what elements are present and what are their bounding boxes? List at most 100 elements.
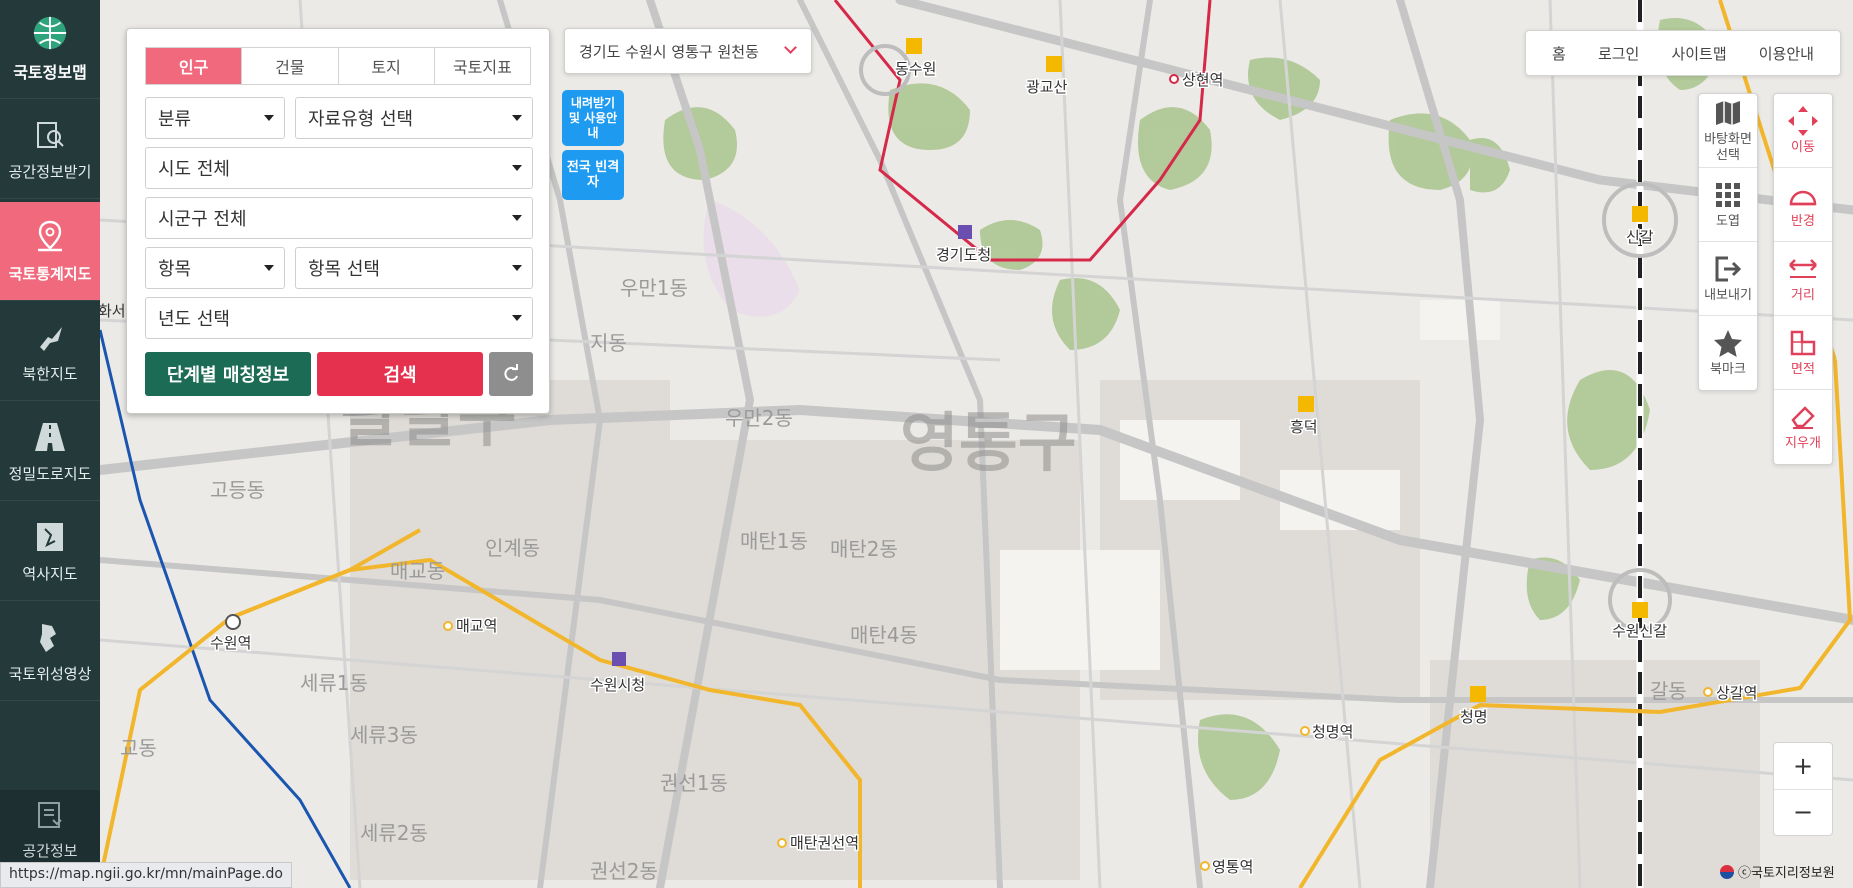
link-home[interactable]: 홈 <box>1552 43 1566 64</box>
radius-icon <box>1788 180 1818 210</box>
document-download-icon <box>35 800 65 834</box>
category-select[interactable]: 분류 <box>145 97 285 139</box>
dong-label: 인계동 <box>485 536 540 560</box>
item-select-value: 항목 <box>158 259 192 280</box>
tab-population[interactable]: 인구 <box>146 48 243 84</box>
sido-select[interactable]: 시도 전체 <box>145 147 533 189</box>
refresh-button[interactable] <box>489 352 533 396</box>
location-pin-icon <box>32 219 68 255</box>
station-label: 경기도청 <box>936 246 991 264</box>
link-guide[interactable]: 이용안내 <box>1759 43 1814 64</box>
station-label: 동수원 <box>895 60 936 78</box>
station-label: 광교산 <box>1026 78 1068 96</box>
item-select[interactable]: 항목 <box>145 247 285 289</box>
dong-label: 세류2동 <box>360 821 428 845</box>
sidebar-item-label: 국토통계지도 <box>8 264 92 283</box>
location-dropdown[interactable]: 경기도 수원시 영통구 원천동 <box>564 28 812 74</box>
nationwide-empty-grid-button[interactable]: 전국 빈격자 <box>562 150 624 200</box>
dong-label: 세류3동 <box>350 723 418 747</box>
year-select-value: 년도 선택 <box>158 309 230 330</box>
dong-label: 권선1동 <box>660 771 728 795</box>
tool-label: 지우개 <box>1785 436 1821 451</box>
caret-down-icon <box>512 165 522 171</box>
item-detail-select[interactable]: 항목 선택 <box>295 247 533 289</box>
tab-land[interactable]: 토지 <box>339 48 435 84</box>
dong-label: 매교동 <box>390 559 445 583</box>
chevron-down-icon <box>784 41 797 54</box>
sidebar-item-north-korea-map[interactable]: 북한지도 <box>0 302 100 401</box>
matching-info-button[interactable]: 단계별 매칭정보 <box>145 352 311 396</box>
search-button[interactable]: 검색 <box>317 352 483 396</box>
bookmark-button[interactable]: 북마크 <box>1699 316 1757 390</box>
zoom-in-button[interactable]: + <box>1774 743 1832 790</box>
tab-national-indicator[interactable]: 국토지표 <box>435 48 530 84</box>
category-tabs: 인구 건물 토지 국토지표 <box>145 47 531 85</box>
map-tools-right: 이동 반경 거리 면적 지우개 <box>1773 93 1833 465</box>
sidebar-item-label: 북한지도 <box>22 364 78 383</box>
area-tool-button[interactable]: 면적 <box>1774 316 1832 390</box>
zoom-control: + − <box>1773 742 1833 836</box>
logo-home[interactable]: 국토정보맵 <box>0 0 100 99</box>
copyright: ⓒ국토지리정보원 <box>1720 862 1835 881</box>
zoom-out-button[interactable]: − <box>1774 790 1832 836</box>
export-icon <box>1713 254 1743 284</box>
data-type-select[interactable]: 자료유형 선택 <box>295 97 533 139</box>
radius-tool-button[interactable]: 반경 <box>1774 168 1832 242</box>
sidebar-item-precision-road-map[interactable]: 정밀도로지도 <box>0 402 100 501</box>
dong-label: 우만2동 <box>725 406 793 430</box>
globe-logo-icon <box>32 15 68 51</box>
station-label: 수원신갈 <box>1612 622 1667 640</box>
basemap-select-button[interactable]: 바탕화면 선택 <box>1699 94 1757 168</box>
sidebar-item-spatial-download[interactable]: 공간정보받기 <box>0 100 100 199</box>
dong-label: 세류1동 <box>300 671 368 695</box>
station-label: 매교역 <box>456 617 497 635</box>
tool-label: 거리 <box>1791 287 1815 303</box>
dong-label: 매탄2동 <box>830 537 898 561</box>
dong-label: 매탄1동 <box>740 529 808 553</box>
tab-building[interactable]: 건물 <box>242 48 339 84</box>
caret-down-icon <box>264 115 274 121</box>
area-icon <box>1788 328 1818 358</box>
station-label: 흥덕 <box>1290 418 1318 436</box>
korea-satellite-icon <box>32 619 68 655</box>
ngii-logo-icon <box>1720 864 1734 879</box>
location-text: 경기도 수원시 영통구 원천동 <box>579 42 759 61</box>
distance-icon <box>1788 254 1818 284</box>
dong-label: 고등동 <box>210 478 265 502</box>
sidebar-item-satellite-image[interactable]: 국토위성영상 <box>0 602 100 701</box>
dong-label: 권선2동 <box>590 859 658 883</box>
sidebar-item-statistics-map[interactable]: 국토통계지도 <box>0 202 100 301</box>
sidebar-item-label: 공간정보 <box>22 842 78 860</box>
caret-down-icon <box>512 115 522 121</box>
map-sheet-button[interactable]: 도엽 <box>1699 168 1757 242</box>
sigungu-select[interactable]: 시군구 전체 <box>145 197 533 239</box>
tool-label: 내보내기 <box>1704 287 1752 303</box>
year-select[interactable]: 년도 선택 <box>145 297 533 339</box>
dong-label: 우만1동 <box>620 276 688 300</box>
data-type-select-value: 자료유형 선택 <box>308 109 414 130</box>
station-label: 매탄권선역 <box>790 834 859 852</box>
station-label: 청명 <box>1460 708 1488 726</box>
station-label: 수원역 <box>210 634 251 652</box>
dong-label: 지동 <box>590 331 627 355</box>
caret-down-icon <box>512 265 522 271</box>
export-button[interactable]: 내보내기 <box>1699 242 1757 316</box>
link-login[interactable]: 로그인 <box>1598 43 1639 64</box>
download-guide-button[interactable]: 내려받기 및 사용안내 <box>562 90 624 146</box>
distance-tool-button[interactable]: 거리 <box>1774 242 1832 316</box>
road-icon <box>32 419 68 455</box>
logo-label: 국토정보맵 <box>13 63 87 82</box>
map-icon <box>1713 98 1743 128</box>
sidebar-item-label: 정밀도로지도 <box>8 464 92 483</box>
status-url: https://map.ngii.go.kr/mn/mainPage.do <box>0 862 292 888</box>
sidebar-item-label: 공간정보받기 <box>8 162 92 181</box>
station-label: 청명역 <box>1312 723 1353 741</box>
move-tool-button[interactable]: 이동 <box>1774 94 1832 168</box>
link-sitemap[interactable]: 사이트맵 <box>1671 43 1726 64</box>
eraser-tool-button[interactable]: 지우개 <box>1774 390 1832 464</box>
sidebar-item-history-map[interactable]: 역사지도 <box>0 502 100 601</box>
grid-icon <box>1713 180 1743 210</box>
map-tools-left: 바탕화면 선택 도엽 내보내기 북마크 <box>1698 93 1758 391</box>
copyright-text: ⓒ국토지리정보원 <box>1738 866 1835 881</box>
tool-label: 도엽 <box>1716 213 1740 229</box>
